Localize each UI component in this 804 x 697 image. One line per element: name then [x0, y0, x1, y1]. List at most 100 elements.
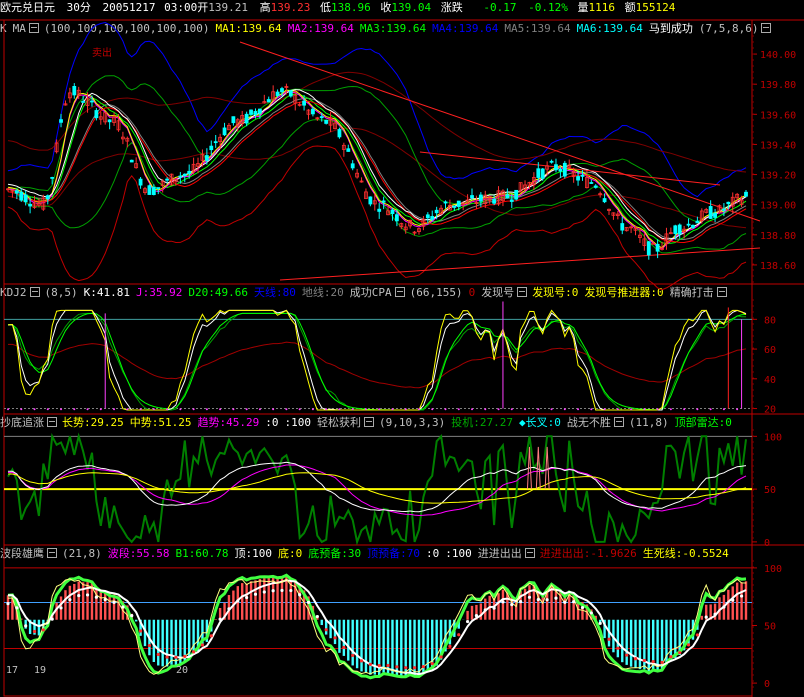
- chart-canvas[interactable]: 138.60 138.80 139.00 139.20 139.40 139.60 139.…: [0, 0, 804, 697]
- signal-dot: [280, 588, 284, 593]
- baseline-dot: [643, 408, 646, 411]
- candle-body: [178, 175, 183, 178]
- candle-body: [655, 243, 660, 252]
- signal-dot: [386, 663, 390, 668]
- candle-body: [580, 174, 585, 177]
- signal-dot: [722, 605, 726, 609]
- candle-body: [107, 119, 112, 123]
- trend-line: [419, 151, 721, 186]
- wave-bar: [214, 619, 217, 620]
- candle-body: [452, 205, 457, 208]
- candle-body: [562, 162, 567, 177]
- baseline-dot: [378, 408, 381, 411]
- signal-dot: [465, 619, 470, 624]
- signal-dot: [192, 650, 196, 654]
- signal-dot: [474, 614, 479, 618]
- signal-dot: [121, 605, 125, 609]
- signal-dot: [545, 598, 549, 602]
- candle-body: [324, 119, 329, 124]
- baseline-dot: [616, 408, 619, 411]
- candle-body: [72, 85, 77, 96]
- baseline-dot: [20, 408, 23, 411]
- signal-spike: [535, 446, 541, 490]
- signal-dot: [50, 617, 54, 621]
- baseline-dot: [298, 408, 301, 411]
- y-tick-label: 139.40: [760, 140, 796, 151]
- signal-dot: [147, 643, 152, 648]
- signal-dot: [483, 608, 487, 612]
- signal-dot: [6, 602, 10, 606]
- signal-dot: [103, 598, 107, 602]
- y-tick-label: 139.20: [760, 171, 796, 182]
- signal-dot: [510, 603, 514, 607]
- wave-bar: [249, 581, 253, 620]
- signal-dot: [130, 614, 134, 618]
- wave-bar: [669, 619, 673, 661]
- candle-body: [156, 187, 161, 189]
- wave-bar: [77, 581, 80, 620]
- candle-body: [213, 141, 218, 144]
- signal-dot: [430, 662, 434, 666]
- baseline-dot: [603, 408, 606, 411]
- candle-body: [677, 224, 682, 235]
- wave-bar: [700, 615, 704, 620]
- signal-dot: [253, 592, 258, 596]
- candle-body: [425, 214, 430, 219]
- wave-bar: [68, 585, 72, 620]
- wave-bar: [417, 619, 421, 677]
- wave-bar: [161, 619, 164, 667]
- baseline-dot: [656, 408, 659, 411]
- candle-body: [244, 113, 249, 124]
- trend-line: [7, 464, 747, 517]
- baseline-dot: [152, 408, 155, 411]
- baseline-dot: [577, 408, 580, 411]
- y-tick-label: 0: [764, 679, 770, 690]
- wave-bar: [727, 589, 730, 620]
- candle-body: [90, 100, 94, 103]
- signal-dot: [351, 653, 355, 657]
- candle-body: [554, 164, 558, 171]
- candle-body: [505, 194, 510, 199]
- candle-body: [182, 173, 187, 177]
- signal-dot: [598, 621, 602, 625]
- baseline-dot: [404, 408, 407, 411]
- baseline-dot: [709, 408, 712, 411]
- wave-bar: [351, 619, 354, 666]
- signal-dot: [536, 597, 540, 602]
- signal-dot: [112, 600, 116, 604]
- signal-dot: [501, 600, 505, 604]
- baseline-dot: [457, 408, 460, 411]
- wave-bar: [550, 585, 553, 620]
- wave-bar: [6, 595, 10, 620]
- candle-body: [222, 127, 227, 136]
- candle-body: [492, 198, 497, 204]
- candle-body: [691, 224, 695, 229]
- candle-body: [540, 168, 545, 179]
- baseline-dot: [510, 408, 513, 411]
- wave-bar: [731, 586, 734, 620]
- y-tick-label: 50: [764, 622, 776, 633]
- signal-dot: [94, 595, 98, 599]
- wave-bar: [674, 619, 677, 658]
- signal-dot: [342, 645, 346, 650]
- candle-body: [23, 194, 28, 203]
- signal-dot: [395, 665, 399, 669]
- wave-bar: [254, 580, 257, 620]
- candle-body: [478, 194, 483, 202]
- baseline-dot: [166, 408, 169, 411]
- candle-body: [350, 163, 355, 169]
- baseline-dot: [683, 408, 686, 411]
- signal-dot: [324, 628, 328, 632]
- baseline-dot: [417, 408, 420, 411]
- y-tick-label: 100: [764, 564, 782, 575]
- candle-body: [390, 209, 395, 214]
- candle-body: [187, 170, 192, 174]
- wave-bar: [744, 581, 748, 620]
- candle-body: [726, 201, 731, 205]
- signal-dot: [315, 614, 319, 619]
- baseline-dot: [444, 408, 447, 411]
- candle-body: [288, 90, 293, 97]
- signal-dot: [209, 634, 213, 638]
- baseline-dot: [497, 408, 500, 411]
- baseline-dot: [60, 408, 63, 411]
